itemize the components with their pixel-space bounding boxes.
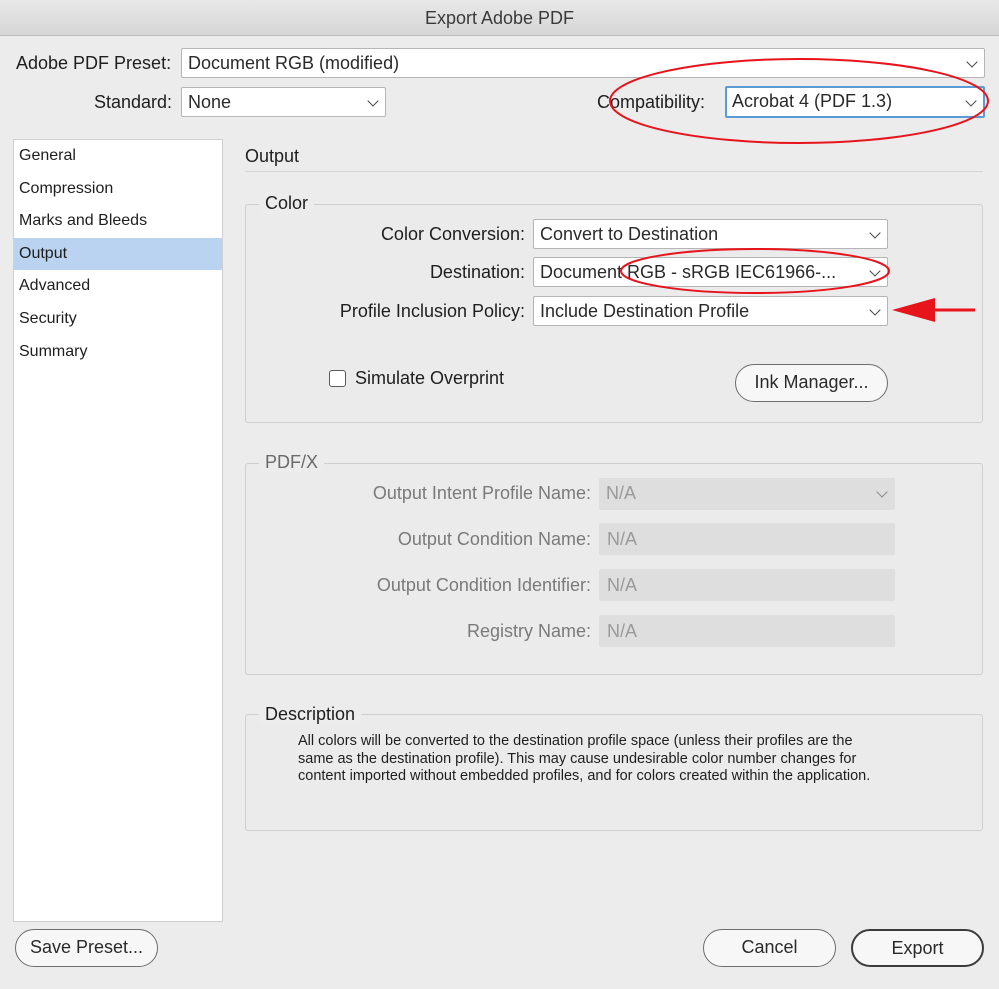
sidebar-item-compression[interactable]: Compression <box>14 173 222 205</box>
sidebar: General Compression Marks and Bleeds Out… <box>13 139 223 922</box>
profile-inclusion-label: Profile Inclusion Policy: <box>339 301 525 321</box>
save-preset-button[interactable]: Save Preset... <box>15 929 158 967</box>
chevron-down-icon <box>966 56 978 68</box>
output-intent-value: N/A <box>606 483 637 503</box>
sidebar-item-marks-and-bleeds[interactable]: Marks and Bleeds <box>14 205 222 237</box>
simulate-overprint-checkbox[interactable] <box>329 370 346 387</box>
preset-select[interactable]: Document RGB (modified) <box>181 48 985 78</box>
compatibility-value: Acrobat 4 (PDF 1.3) <box>732 91 893 111</box>
description-line: All colors will be converted to the dest… <box>298 733 853 749</box>
output-condition-identifier-label: Output Condition Identifier: <box>376 575 591 595</box>
sidebar-item-general[interactable]: General <box>14 140 222 172</box>
destination-label: Destination: <box>429 262 525 282</box>
pdfx-group-title: PDF/X <box>259 452 325 473</box>
registry-name-field: N/A <box>599 615 895 647</box>
profile-inclusion-select[interactable]: Include Destination Profile <box>533 296 888 326</box>
window-title: Export Adobe PDF <box>0 0 999 36</box>
chevron-down-icon <box>869 304 881 316</box>
compatibility-label: Compatibility: <box>597 92 706 112</box>
output-condition-identifier-field: N/A <box>599 569 895 601</box>
chevron-down-icon <box>876 486 888 498</box>
sidebar-item-advanced[interactable]: Advanced <box>14 270 222 302</box>
output-condition-name-label: Output Condition Name: <box>397 529 591 549</box>
description-line: content imported without embedded profil… <box>298 768 871 784</box>
page-title: Output <box>245 146 300 166</box>
color-conversion-value: Convert to Destination <box>540 224 719 244</box>
ink-manager-button[interactable]: Ink Manager... <box>735 364 888 402</box>
export-button[interactable]: Export <box>851 929 984 967</box>
color-conversion-select[interactable]: Convert to Destination <box>533 219 888 249</box>
simulate-overprint-label: Simulate Overprint <box>355 368 505 388</box>
standard-value: None <box>188 92 232 112</box>
destination-select[interactable]: Document RGB - sRGB IEC61966-... <box>533 257 888 287</box>
sidebar-item-summary[interactable]: Summary <box>14 336 222 368</box>
standard-select[interactable]: None <box>181 87 386 117</box>
cancel-button[interactable]: Cancel <box>703 929 836 967</box>
output-condition-name-field: N/A <box>599 523 895 555</box>
chevron-down-icon <box>869 265 881 277</box>
preset-label: Adobe PDF Preset: <box>16 53 172 73</box>
description-line: same as the destination profile). This m… <box>298 750 857 767</box>
description-text: All colors will be converted to the dest… <box>298 733 870 786</box>
description-title: Description <box>259 704 362 725</box>
output-intent-label: Output Intent Profile Name: <box>372 483 591 503</box>
compatibility-select[interactable]: Acrobat 4 (PDF 1.3) <box>725 86 985 118</box>
chevron-down-icon <box>965 95 977 107</box>
color-conversion-label: Color Conversion: <box>380 224 525 244</box>
sidebar-item-output[interactable]: Output <box>14 238 222 270</box>
chevron-down-icon <box>367 95 379 107</box>
output-intent-select: N/A <box>599 478 895 510</box>
heading-divider <box>245 171 983 172</box>
profile-inclusion-value: Include Destination Profile <box>540 301 750 321</box>
preset-value: Document RGB (modified) <box>188 53 400 73</box>
chevron-down-icon <box>869 227 881 239</box>
color-group-title: Color <box>259 193 315 214</box>
sidebar-item-security[interactable]: Security <box>14 303 222 335</box>
destination-value: Document RGB - sRGB IEC61966-... <box>540 262 837 282</box>
standard-label: Standard: <box>93 92 172 112</box>
registry-name-label: Registry Name: <box>466 621 591 641</box>
